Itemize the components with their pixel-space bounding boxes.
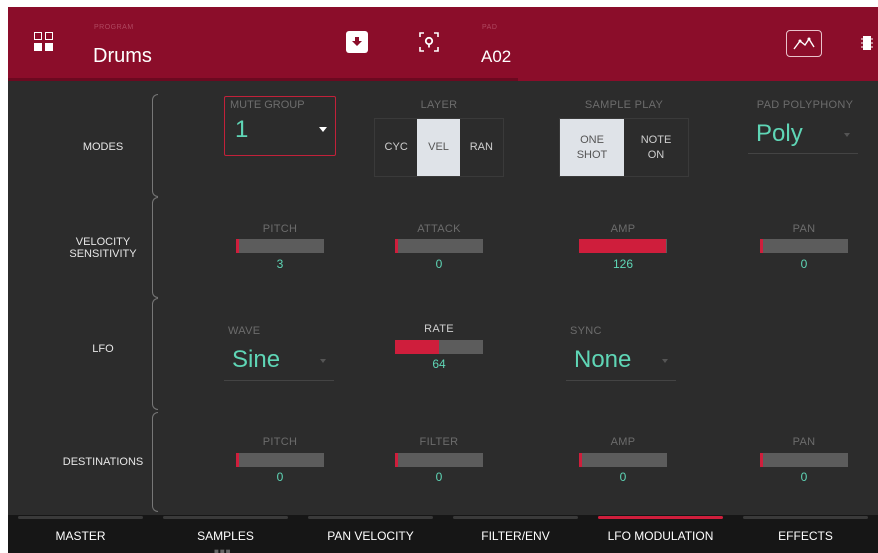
lfo-wave-label: WAVE xyxy=(228,325,261,337)
dest-pitch-label: PITCH xyxy=(262,436,298,448)
pad-name[interactable]: A02 xyxy=(481,47,511,67)
chevron-down-icon xyxy=(320,359,326,363)
pad-polyphony-value: Poly xyxy=(756,120,803,147)
dest-filter-value: 0 xyxy=(435,470,443,484)
bottom-tab-bar: MASTER SAMPLES ■■■ PAN VELOCITY FILTER/EN… xyxy=(8,515,878,553)
screen: PROGRAM Drums PAD A02 MODES VELOCITY SEN… xyxy=(8,7,878,553)
pad-polyphony-label: PAD POLYPHONY xyxy=(756,99,854,111)
lfo-sync-dropdown[interactable]: None xyxy=(566,346,676,381)
dest-filter-slider[interactable] xyxy=(395,453,483,467)
vel-attack-label: ATTACK xyxy=(417,223,461,235)
layer-option-ran[interactable]: RAN xyxy=(460,119,503,176)
dest-pan-label: PAN xyxy=(792,436,816,448)
layer-label: LAYER xyxy=(420,99,458,111)
lfo-sync-label: SYNC xyxy=(570,325,602,337)
vel-attack-slider[interactable] xyxy=(395,239,483,253)
sample-play-selector: ONE SHOT NOTE ON xyxy=(559,118,689,177)
sample-play-note-on[interactable]: NOTE ON xyxy=(624,119,688,176)
tab-label: LFO MODULATION xyxy=(607,529,714,543)
tab-pan-velocity[interactable]: PAN VELOCITY xyxy=(298,515,443,553)
download-icon[interactable] xyxy=(346,31,368,53)
chevron-down-icon xyxy=(319,127,327,132)
lfo-sync-value: None xyxy=(574,346,632,373)
envelope-icon[interactable] xyxy=(786,30,822,57)
dest-pitch-slider[interactable] xyxy=(236,453,324,467)
pad-polyphony-dropdown[interactable]: Poly xyxy=(748,120,858,154)
tab-label: PAN VELOCITY xyxy=(327,529,414,543)
lfo-wave-dropdown[interactable]: Sine xyxy=(224,346,334,381)
program-label: PROGRAM xyxy=(94,24,134,31)
vel-pitch-value: 3 xyxy=(276,257,284,271)
layer-option-cyc[interactable]: CYC xyxy=(375,119,417,176)
tab-lfo-modulation[interactable]: LFO MODULATION xyxy=(588,515,733,553)
lfo-rate-value: 64 xyxy=(432,357,446,371)
sample-play-one-shot[interactable]: ONE SHOT xyxy=(560,119,624,176)
vel-pan-slider[interactable] xyxy=(760,239,848,253)
tab-filter-env[interactable]: FILTER/ENV xyxy=(443,515,588,553)
program-name[interactable]: Drums xyxy=(93,45,152,68)
sample-play-label: SAMPLE PLAY xyxy=(584,99,664,111)
vel-attack-value: 0 xyxy=(435,257,443,271)
vel-pitch-slider[interactable] xyxy=(236,239,324,253)
dest-amp-slider[interactable] xyxy=(579,453,667,467)
header-bar: PROGRAM Drums PAD A02 xyxy=(8,7,878,81)
row-label-destinations: DESTINATIONS xyxy=(62,456,144,468)
vel-amp-slider[interactable] xyxy=(579,239,667,253)
grid-menu-icon[interactable] xyxy=(34,32,54,52)
layer-option-vel[interactable]: VEL xyxy=(417,119,460,176)
dest-pan-value: 0 xyxy=(800,470,808,484)
tab-label: EFFECTS xyxy=(778,529,833,543)
tab-samples[interactable]: SAMPLES ■■■ xyxy=(153,515,298,553)
row-label-velocity: VELOCITY SENSITIVITY xyxy=(69,236,137,260)
tab-master[interactable]: MASTER xyxy=(8,515,153,553)
vel-amp-label: AMP xyxy=(610,223,636,235)
row-label-lfo: LFO xyxy=(92,343,114,355)
layer-selector: CYC VEL RAN xyxy=(374,118,504,177)
chevron-down-icon xyxy=(662,359,668,363)
mute-group-label: MUTE GROUP xyxy=(230,99,305,111)
dest-filter-label: FILTER xyxy=(419,436,459,448)
more-dots-icon: ■■■ xyxy=(214,547,232,553)
tab-label: MASTER xyxy=(55,529,106,543)
dest-amp-value: 0 xyxy=(619,470,627,484)
mute-group-field[interactable]: MUTE GROUP 1 xyxy=(224,96,336,156)
vel-amp-value: 126 xyxy=(612,257,634,271)
lfo-wave-value: Sine xyxy=(232,346,281,373)
row-label-modes: MODES xyxy=(82,141,124,153)
dest-amp-label: AMP xyxy=(610,436,636,448)
mute-group-value: 1 xyxy=(235,116,249,143)
header-progress xyxy=(8,78,518,81)
lfo-rate-slider[interactable] xyxy=(395,340,483,354)
lfo-rate-label: RATE xyxy=(424,323,454,335)
tab-effects[interactable]: EFFECTS xyxy=(733,515,878,553)
dest-pitch-value: 0 xyxy=(276,470,284,484)
pad-label: PAD xyxy=(482,24,498,31)
tab-label: FILTER/ENV xyxy=(481,529,550,543)
chevron-down-icon xyxy=(844,133,850,137)
vel-pitch-label: PITCH xyxy=(262,223,298,235)
chip-icon[interactable] xyxy=(860,33,874,53)
tab-label: SAMPLES xyxy=(197,529,254,543)
vel-pan-value: 0 xyxy=(800,257,808,271)
vel-pan-label: PAN xyxy=(792,223,816,235)
dest-pan-slider[interactable] xyxy=(760,453,848,467)
locate-icon[interactable] xyxy=(416,29,442,55)
